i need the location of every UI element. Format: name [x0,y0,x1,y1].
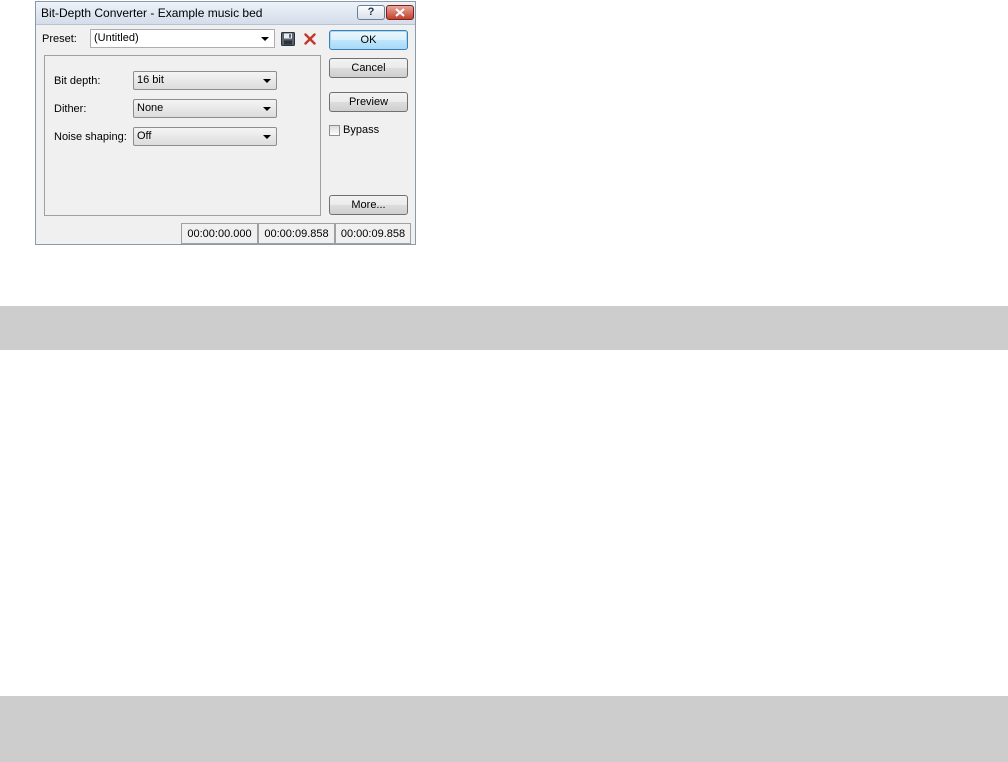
dither-value: None [137,102,164,114]
dither-dropdown[interactable]: None [133,99,277,118]
delete-preset-icon[interactable] [304,33,316,45]
cancel-button[interactable]: Cancel [329,58,408,78]
bypass-label[interactable]: Bypass [343,124,379,136]
ok-button-label: OK [360,34,377,46]
selection-end-time: 00:00:09.858 [264,227,329,240]
more-button[interactable]: More... [329,195,408,215]
save-preset-icon[interactable] [281,32,295,46]
preset-label: Preset: [42,33,77,45]
status-selection-length: 00:00:09.858 [335,224,411,244]
preset-combo[interactable]: (Untitled) [90,29,275,48]
preview-button-label: Preview [348,96,389,108]
preset-value: (Untitled) [94,32,139,44]
title-bar[interactable]: Bit-Depth Converter - Example music bed … [36,2,415,25]
chevron-down-icon [263,79,271,83]
bit-depth-dropdown[interactable]: 16 bit [133,71,277,90]
chevron-down-icon [263,107,271,111]
preview-button[interactable]: Preview [329,92,408,112]
gray-band-top [0,306,1008,350]
settings-group: Bit depth: 16 bit Dither: None Noise sha… [44,55,321,216]
noise-shaping-dropdown[interactable]: Off [133,127,277,146]
noise-shaping-value: Off [137,130,152,142]
window-title: Bit-Depth Converter - Example music bed [41,6,263,20]
more-button-label: More... [351,199,386,211]
status-selection-end: 00:00:09.858 [258,224,335,244]
help-icon: ? [367,6,375,18]
close-button[interactable] [386,5,414,20]
bit-depth-label: Bit depth: [54,75,101,87]
selection-start-time: 00:00:00.000 [187,227,252,240]
selection-length-time: 00:00:09.858 [340,227,406,240]
close-icon [395,8,405,17]
cancel-button-label: Cancel [351,62,386,74]
ok-button[interactable]: OK [329,30,408,50]
bit-depth-converter-dialog: Bit-Depth Converter - Example music bed … [35,1,416,245]
chevron-down-icon [263,135,271,139]
dither-label: Dither: [54,103,87,115]
chevron-down-icon [261,37,269,41]
status-selection-start: 00:00:00.000 [181,224,258,244]
noise-shaping-label: Noise shaping: [54,131,127,143]
help-button[interactable]: ? [357,5,385,20]
bypass-checkbox[interactable] [329,125,340,136]
bit-depth-value: 16 bit [137,74,164,86]
gray-band-bottom [0,696,1008,762]
